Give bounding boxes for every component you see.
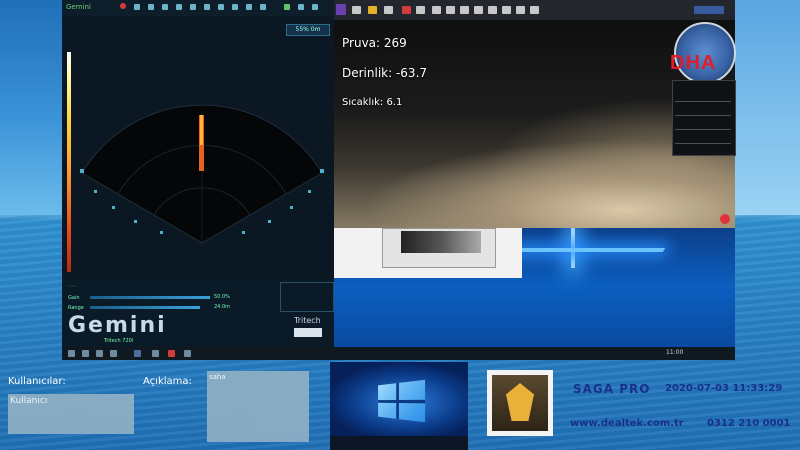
toolbar-icon[interactable] <box>516 6 525 14</box>
toolbar-icon[interactable] <box>148 4 154 10</box>
toolbar-icon[interactable] <box>284 4 290 10</box>
saga-logo <box>487 370 553 436</box>
start-icon[interactable] <box>68 350 75 357</box>
intensity-colorbar <box>67 52 71 272</box>
toolbar-icon[interactable] <box>190 4 196 10</box>
saga-logo-bg <box>492 375 548 431</box>
toolbar-icon[interactable] <box>432 6 441 14</box>
gemini-toolbar: Gemini <box>62 0 334 16</box>
camera-toolbar <box>334 0 735 20</box>
users-field-value: Kullanıcı <box>10 396 48 406</box>
users-field[interactable]: Kullanıcı <box>8 394 134 434</box>
heading-readout: Pruva: 269 <box>342 36 407 50</box>
toolbar-icon[interactable] <box>260 4 266 10</box>
range-slider[interactable] <box>90 306 200 309</box>
toolbar-icon[interactable] <box>312 4 318 10</box>
status-label: ◦◦◦ <box>68 284 77 290</box>
gemini-logo: Gemini <box>68 313 167 338</box>
toolbar-icon[interactable] <box>446 6 455 14</box>
toolbar-icon[interactable] <box>502 6 511 14</box>
windows-logo-grid <box>378 380 426 422</box>
range-indicator: 55% 0m <box>286 24 330 36</box>
gain-value: 50.0% <box>214 294 230 300</box>
taskbar: 11:00 <box>62 347 735 360</box>
taskbar-app-icon[interactable] <box>184 350 191 357</box>
toolbar-icon[interactable] <box>232 4 238 10</box>
status-indicator <box>694 6 724 14</box>
toolbar-icon[interactable] <box>162 4 168 10</box>
toolbar-icon[interactable] <box>298 4 304 10</box>
saga-title: SAGA PRO <box>573 382 651 396</box>
ping-rate-box <box>280 282 334 312</box>
toolbar-icon[interactable] <box>204 4 210 10</box>
saga-datetime: 2020-07-03 11:33:29 <box>665 383 783 394</box>
popup-content <box>382 228 496 268</box>
taskbar-app-icon[interactable] <box>168 350 175 357</box>
taskbar-app-icon[interactable] <box>110 350 117 357</box>
description-field-value: saha <box>209 373 226 381</box>
record-icon[interactable] <box>120 3 126 9</box>
saga-website: www.dealtek.com.tr <box>570 418 684 429</box>
popup-image <box>401 231 481 253</box>
dha-watermark: DHA <box>670 52 717 74</box>
toolbar-icon[interactable] <box>176 4 182 10</box>
temperature-readout: Sıcaklık: 6.1 <box>342 97 403 108</box>
toolbar-icon[interactable] <box>488 6 497 14</box>
tritech-badge <box>294 328 322 337</box>
toolbar-icon[interactable] <box>416 6 425 14</box>
toolbar-icon[interactable] <box>460 6 469 14</box>
wallpaper-light <box>512 248 666 252</box>
record-indicator-icon[interactable] <box>720 214 730 224</box>
toolbar-icon[interactable] <box>474 6 483 14</box>
gemini-sonar-window[interactable]: Gemini 55% 0m ◦◦◦ Gain 50.0% Range 24.0m… <box>62 0 334 360</box>
taskbar-app-icon[interactable] <box>82 350 89 357</box>
toolbar-icon[interactable] <box>246 4 252 10</box>
depth-readout: Derinlik: -63.7 <box>342 66 428 80</box>
windows-desktop <box>334 228 735 347</box>
thumbnail-taskbar <box>330 436 468 450</box>
toolbar-icon[interactable] <box>384 6 393 14</box>
gemini-brand-label: Gemini <box>66 3 91 11</box>
gain-label: Gain <box>68 295 80 301</box>
taskbar-app-icon[interactable] <box>96 350 103 357</box>
app-icon[interactable] <box>336 4 346 15</box>
toolbar-icon[interactable] <box>402 6 411 14</box>
taskbar-clock[interactable]: 11:00 <box>666 349 683 356</box>
toolbar-icon[interactable] <box>352 6 361 14</box>
sonar-fan-display[interactable] <box>72 95 334 255</box>
desktop-wallpaper-sky-right <box>735 0 800 215</box>
range-label: Range <box>68 305 84 311</box>
toolbar-icon[interactable] <box>134 4 140 10</box>
description-label: Açıklama: <box>143 376 192 387</box>
popup-window[interactable] <box>334 228 522 278</box>
users-label: Kullanıcılar: <box>8 376 66 387</box>
saga-emblem-icon <box>506 383 534 421</box>
telemetry-panel <box>672 80 736 156</box>
taskbar-app-icon[interactable] <box>152 350 159 357</box>
tritech-logo: Tritech <box>294 316 321 325</box>
gain-slider[interactable] <box>90 296 210 299</box>
saga-phone: 0312 210 0001 <box>707 418 791 429</box>
toolbar-icon[interactable] <box>218 4 224 10</box>
taskbar-app-icon[interactable] <box>134 350 141 357</box>
toolbar-icon[interactable] <box>530 6 539 14</box>
range-value: 24.0m <box>214 304 231 310</box>
description-field[interactable]: saha <box>207 371 309 442</box>
sonar-target-return-core <box>200 115 203 145</box>
gemini-subtitle: Tritech 720i <box>104 338 134 344</box>
toolbar-icon[interactable] <box>368 6 377 14</box>
